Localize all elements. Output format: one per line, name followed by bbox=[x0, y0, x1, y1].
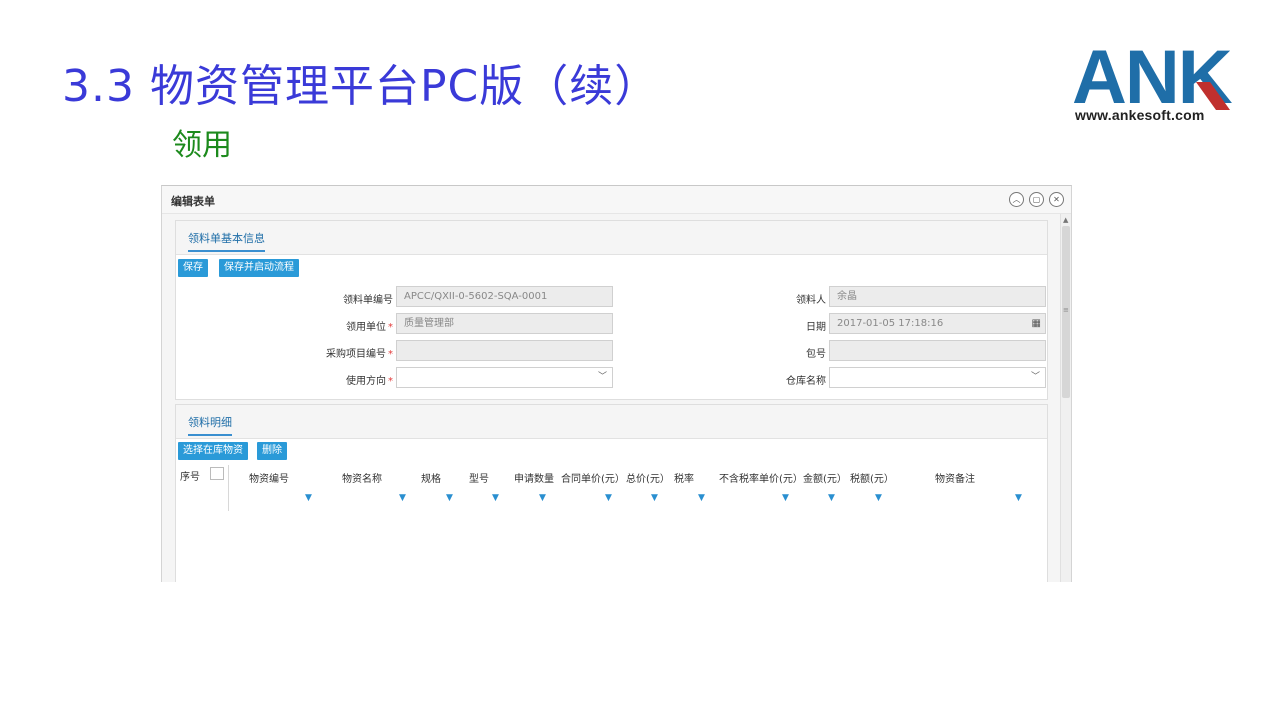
order-no-field[interactable]: APCC/QXII-0-5602-SQA-0001 bbox=[396, 286, 613, 307]
warehouse-label: 仓库名称 bbox=[786, 376, 826, 387]
filter-icon[interactable]: ▼ bbox=[875, 493, 882, 503]
details-tabbar: 领料明细 bbox=[176, 405, 1047, 439]
filter-icon[interactable]: ▼ bbox=[651, 493, 658, 503]
filter-icon[interactable]: ▼ bbox=[492, 493, 499, 503]
col-header-index: 序号 bbox=[180, 472, 200, 483]
logo-url: www.ankesoft.com bbox=[1075, 107, 1205, 123]
restore-icon[interactable]: ▢ bbox=[1029, 192, 1044, 207]
package-no-field[interactable] bbox=[829, 340, 1046, 361]
filter-icon[interactable]: ▼ bbox=[1015, 493, 1022, 503]
collapse-icon[interactable]: ︿ bbox=[1009, 192, 1024, 207]
basic-info-tabbar: 领料单基本信息 bbox=[176, 221, 1047, 255]
filter-icon[interactable]: ▼ bbox=[305, 493, 312, 503]
scroll-grip-icon: ≡ bbox=[1063, 306, 1069, 314]
col-header-qty[interactable]: 申请数量 bbox=[514, 470, 554, 485]
recipient-field[interactable]: 余晶 bbox=[829, 286, 1046, 307]
col-header-remark[interactable]: 物资备注 bbox=[935, 470, 975, 485]
basic-info-panel: 领料单基本信息 保存 保存并启动流程 领料单编号 APCC/QXII-0-560… bbox=[175, 220, 1048, 400]
col-header-model[interactable]: 型号 bbox=[469, 470, 489, 485]
save-and-start-flow-button[interactable]: 保存并启动流程 bbox=[219, 259, 299, 277]
slide: 3.3 物资管理平台PC版（续） 领用 ANK www.ankesoft.com… bbox=[0, 0, 1280, 720]
scroll-up-arrow-icon[interactable]: ▲ bbox=[1063, 216, 1068, 224]
tab-basic-info[interactable]: 领料单基本信息 bbox=[188, 230, 265, 252]
vertical-scrollbar[interactable]: ▲ ≡ bbox=[1060, 214, 1071, 582]
filter-icon[interactable]: ▼ bbox=[605, 493, 612, 503]
date-label: 日期 bbox=[806, 322, 826, 333]
select-stock-button[interactable]: 选择在库物资 bbox=[178, 442, 248, 460]
select-all-checkbox[interactable] bbox=[210, 467, 224, 480]
col-header-pretax-price[interactable]: 不含税率单价(元） bbox=[719, 470, 803, 485]
window-title: 编辑表单 bbox=[171, 195, 215, 208]
filter-icon[interactable]: ▼ bbox=[399, 493, 406, 503]
col-header-amount[interactable]: 金额(元） bbox=[803, 470, 847, 485]
recipient-label: 领料人 bbox=[796, 295, 826, 306]
col-header-total[interactable]: 总价(元） bbox=[626, 470, 670, 485]
date-field[interactable]: 2017-01-05 17:18:16 ▦ bbox=[829, 313, 1046, 334]
slide-title: 3.3 物资管理平台PC版（续） bbox=[62, 61, 660, 112]
chevron-down-icon[interactable]: ﹀ bbox=[1031, 368, 1040, 387]
project-no-field[interactable] bbox=[396, 340, 613, 361]
filter-icon[interactable]: ▼ bbox=[782, 493, 789, 503]
logo-k-red-accent bbox=[1196, 82, 1230, 110]
usage-label: 使用方向 * bbox=[346, 376, 393, 387]
ank-logo: ANK www.ankesoft.com bbox=[1072, 40, 1236, 126]
col-header-tax[interactable]: 税额(元） bbox=[850, 470, 894, 485]
chevron-down-icon[interactable]: ﹀ bbox=[598, 368, 607, 387]
column-divider bbox=[228, 465, 229, 511]
dept-label: 领用单位 * bbox=[346, 322, 393, 333]
project-no-label: 采购项目编号 * bbox=[326, 349, 393, 360]
edit-form-window: 编辑表单 ︿ ▢ ✕ ▲ ≡ 领料单基本信息 保存 保存并启动流程 领料单编号 … bbox=[161, 185, 1072, 582]
col-header-contract-price[interactable]: 合同单价(元） bbox=[561, 470, 625, 485]
filter-icon[interactable]: ▼ bbox=[446, 493, 453, 503]
dept-field[interactable]: 质量管理部 bbox=[396, 313, 613, 334]
close-icon[interactable]: ✕ bbox=[1049, 192, 1064, 207]
window-header: 编辑表单 ︿ ▢ ✕ bbox=[162, 186, 1071, 214]
col-header-spec[interactable]: 规格 bbox=[421, 470, 441, 485]
col-header-name[interactable]: 物资名称 bbox=[342, 470, 382, 485]
package-no-label: 包号 bbox=[806, 349, 826, 360]
usage-select[interactable]: ﹀ bbox=[396, 367, 613, 388]
col-header-code[interactable]: 物资编号 bbox=[249, 470, 289, 485]
tab-details[interactable]: 领料明细 bbox=[188, 414, 232, 436]
order-no-label: 领料单编号 bbox=[343, 295, 393, 306]
filter-icon[interactable]: ▼ bbox=[828, 493, 835, 503]
delete-button[interactable]: 删除 bbox=[257, 442, 287, 460]
save-button[interactable]: 保存 bbox=[178, 259, 208, 277]
warehouse-select[interactable]: ﹀ bbox=[829, 367, 1046, 388]
col-header-tax-rate[interactable]: 税率 bbox=[674, 470, 694, 485]
calendar-icon[interactable]: ▦ bbox=[1032, 314, 1041, 333]
filter-icon[interactable]: ▼ bbox=[698, 493, 705, 503]
filter-icon[interactable]: ▼ bbox=[539, 493, 546, 503]
slide-subtitle: 领用 bbox=[172, 128, 232, 163]
